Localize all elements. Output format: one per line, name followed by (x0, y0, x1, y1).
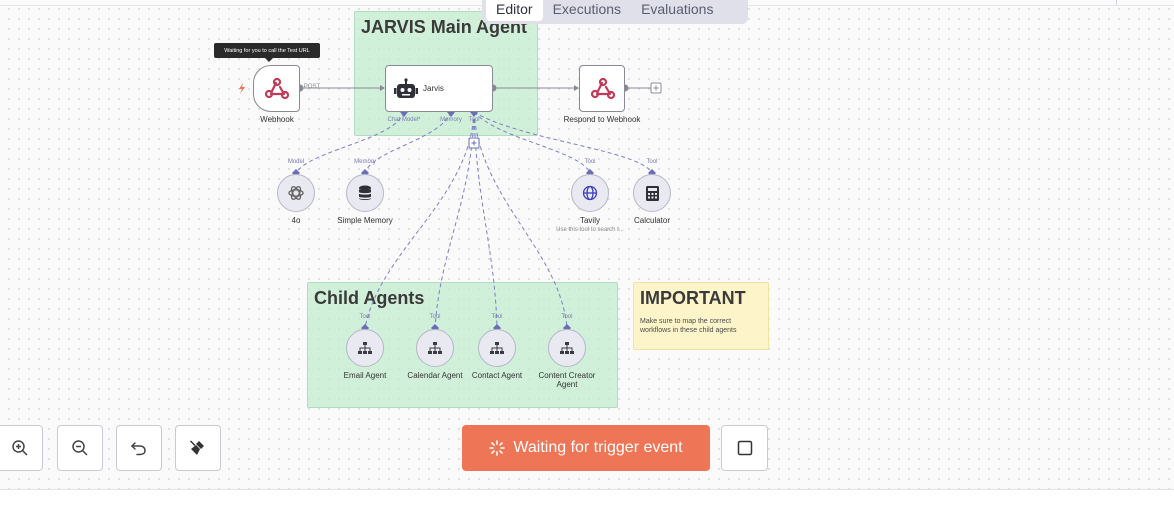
database-icon (359, 185, 371, 200)
content-creator-agent-node-label: Content Creator Agent (538, 371, 596, 389)
respond-to-webhook-node[interactable] (579, 65, 625, 112)
jarvis-chat-model-port-label: Chat Model* (387, 117, 421, 123)
workflow-canvas[interactable]: JARVIS Main Agent Child Agents IMPORTANT… (0, 0, 1174, 490)
4o-port-label: Model (287, 159, 305, 165)
tab-executions[interactable]: Executions (543, 0, 631, 21)
add-tool-button (468, 137, 480, 149)
edge-tool-calendar (434, 111, 475, 329)
simple-memory-node-label: Simple Memory (337, 216, 393, 225)
trigger-bolt-icon (239, 83, 245, 94)
openai-icon (288, 186, 304, 200)
loading-spinner-icon (489, 440, 506, 456)
sitemap-icon (428, 342, 442, 354)
tab-evaluations[interactable]: Evaluations (631, 0, 723, 21)
webhook-node-label: Webhook (260, 115, 294, 124)
calculator-icon (645, 185, 659, 201)
stop-button[interactable] (721, 425, 768, 471)
tavily-node[interactable] (571, 174, 609, 212)
simple-memory-node[interactable] (346, 174, 384, 212)
respond-node-label: Respond to Webhook (563, 115, 641, 124)
webhook-post-label: POST (303, 84, 321, 90)
sitemap-icon (358, 342, 372, 354)
undo-icon (130, 442, 146, 456)
contact-agent-port-label: Tool (491, 314, 503, 320)
jarvis-agent-node[interactable]: Jarvis (385, 65, 493, 112)
zoom-in-icon (12, 440, 28, 456)
email-agent-port-label: Tool (359, 314, 371, 320)
square-icon (737, 440, 752, 456)
webhook-icon (590, 77, 616, 100)
content-creator-agent-node[interactable] (548, 329, 586, 367)
content-creator-agent-port-label: Tool (561, 314, 573, 320)
undo-button[interactable] (116, 425, 162, 471)
tab-editor[interactable]: Editor (486, 0, 543, 21)
add-after-respond-button (650, 82, 662, 94)
openai-4o-node[interactable] (277, 174, 315, 212)
calendar-agent-port-label: Tool (429, 314, 441, 320)
email-agent-node[interactable] (346, 329, 384, 367)
view-tabs: Editor Executions Evaluations (482, 0, 748, 24)
calendar-agent-node[interactable] (416, 329, 454, 367)
tidy-up-button[interactable] (175, 425, 221, 471)
zoom-in-button[interactable] (0, 425, 43, 471)
zoom-out-button[interactable] (57, 425, 103, 471)
calculator-port-label: Tool (646, 159, 658, 165)
calculator-node-label: Calculator (633, 216, 670, 225)
sitemap-icon (560, 342, 574, 354)
contact-agent-node[interactable] (478, 329, 516, 367)
jarvis-tool-port-label: Tool (468, 117, 480, 123)
robot-icon (394, 78, 418, 98)
simple-memory-port-label: Memory (354, 159, 376, 165)
sitemap-icon (490, 342, 504, 354)
globe-icon (582, 185, 598, 201)
waiting-trigger-button[interactable]: Waiting for trigger event (462, 425, 710, 471)
tavily-port-label: Tool (584, 159, 596, 165)
webhook-tooltip: Waiting for you to call the Test URL (214, 43, 320, 62)
jarvis-node-label: Jarvis (423, 84, 444, 93)
calculator-node[interactable] (633, 174, 671, 212)
waiting-trigger-label: Waiting for trigger event (513, 439, 683, 456)
broom-icon (189, 440, 204, 455)
tavily-node-subtitle: Use this tool to search t... (556, 227, 624, 233)
zoom-out-icon (72, 440, 88, 456)
